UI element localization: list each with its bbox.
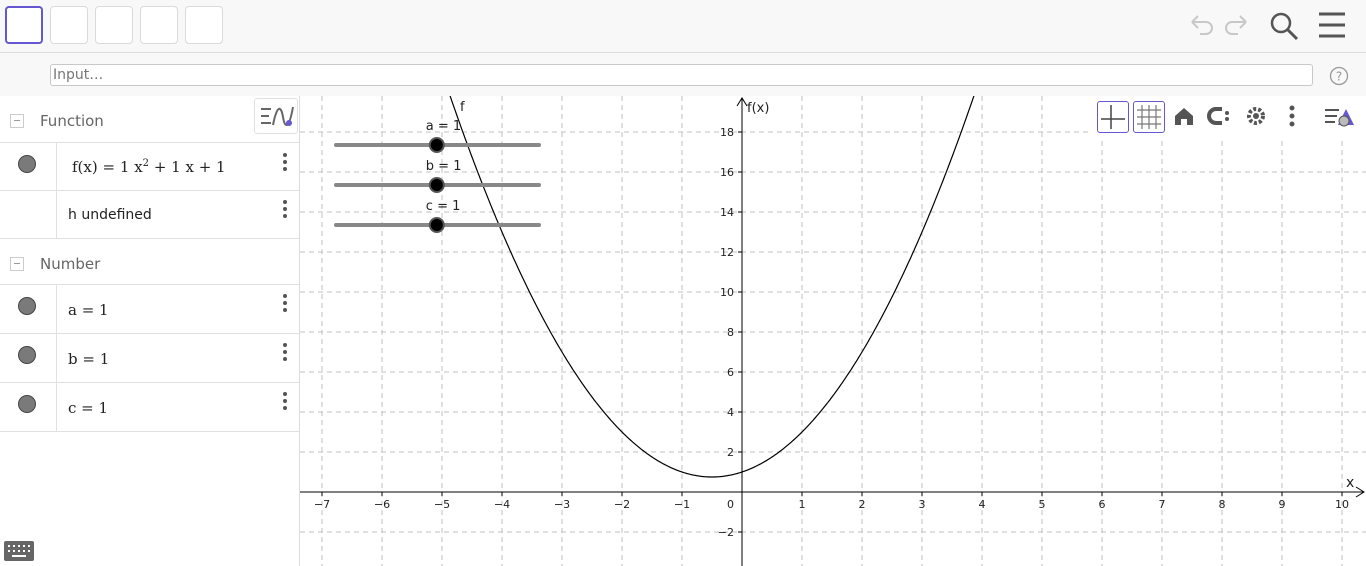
y-tick-label: 8: [727, 326, 734, 339]
collapse-number-icon[interactable]: [10, 257, 24, 271]
x-tick-label: 10: [1335, 498, 1349, 511]
group-number-label: Number: [40, 255, 101, 273]
collapse-function-icon[interactable]: [10, 114, 24, 128]
group-function: Function: [0, 96, 299, 142]
tool-point-button[interactable]: [50, 6, 88, 44]
search-icon[interactable]: [1268, 10, 1300, 46]
algebra-row-h[interactable]: h undefined: [0, 190, 299, 239]
slider-thumb-a: [428, 137, 445, 153]
slider-label-b: b = 1: [426, 159, 462, 174]
row-menu-icon[interactable]: [283, 294, 287, 315]
keyboard-icon[interactable]: [4, 541, 34, 565]
settings-gear-icon[interactable]: [1241, 101, 1273, 133]
toolbar: [0, 0, 1366, 53]
algebra-row-f[interactable]: f(x) = 1 x2 + 1 x + 1: [0, 142, 299, 191]
toggle-axes-icon[interactable]: [1097, 101, 1129, 133]
y-tick-label: 14: [720, 206, 734, 219]
input-bar: ?: [0, 53, 1366, 96]
x-tick-label: 2: [859, 498, 866, 511]
x-tick-label: 4: [979, 498, 986, 511]
x-tick-label: 3: [919, 498, 926, 511]
x-tick-label: −1: [674, 498, 690, 511]
x-tick-label: 1: [799, 498, 806, 511]
graphics-canvas[interactable]: −7 −6 −5 −4 −3 −2 −1 1 2 3 4 5 6 7 8 9 10−22468101214161…: [300, 96, 1366, 566]
x-tick-label: 6: [1099, 498, 1106, 511]
x-axis-label: x: [1346, 475, 1354, 491]
y-tick-label: 12: [720, 246, 734, 259]
algebra-row-b[interactable]: b = 1: [0, 333, 299, 382]
row-menu-icon[interactable]: [283, 153, 287, 174]
more-options-icon[interactable]: [1277, 101, 1309, 133]
visibility-toggle-f[interactable]: [18, 155, 36, 173]
tool-move-button[interactable]: [5, 6, 43, 44]
graphics-style-bar: [1092, 96, 1366, 138]
svg-text:?: ?: [1336, 70, 1342, 84]
x-tick-label: 9: [1279, 498, 1286, 511]
number-a[interactable]: a = 1: [68, 301, 109, 319]
y-tick-label: 10: [720, 286, 734, 299]
function-expression[interactable]: f(x) = 1 x2 + 1 x + 1: [72, 158, 226, 176]
x-tick-label: −2: [614, 498, 630, 511]
menu-icon[interactable]: [1318, 10, 1346, 44]
input-field[interactable]: [50, 64, 1313, 86]
home-icon[interactable]: [1169, 101, 1201, 133]
number-c[interactable]: c = 1: [68, 399, 108, 417]
slider-label-c: c = 1: [426, 199, 461, 214]
x-tick-label: −6: [374, 498, 390, 511]
algebra-row-c[interactable]: c = 1: [0, 382, 299, 432]
number-b[interactable]: b = 1: [68, 350, 109, 368]
tool-circle-button[interactable]: [140, 6, 178, 44]
visibility-toggle-b[interactable]: [18, 346, 36, 364]
slider-thumb-b: [428, 177, 445, 193]
algebra-view: Function f(x) = 1 x2 + 1 x + 1 h undefin…: [0, 96, 300, 566]
visibility-toggle-a[interactable]: [18, 297, 36, 315]
group-number: Number: [0, 238, 299, 285]
y-tick-label: 4: [727, 406, 734, 419]
group-function-label: Function: [40, 112, 104, 130]
x-tick-label: −7: [314, 498, 330, 511]
y-axis-label: f(x): [747, 101, 769, 116]
row-menu-icon[interactable]: [283, 200, 287, 221]
visibility-toggle-c[interactable]: [18, 395, 36, 413]
x-tick-label: 7: [1159, 498, 1166, 511]
y-tick-label: 18: [720, 126, 734, 139]
row-menu-icon[interactable]: [283, 392, 287, 413]
x-tick-label: −3: [554, 498, 570, 511]
y-tick-label: 16: [720, 166, 734, 179]
graphics-view[interactable]: −7 −6 −5 −4 −3 −2 −1 1 2 3 4 5 6 7 8 9 10 −2 2 4 6 8 10 12 14 16 1…: [300, 96, 1366, 566]
y-tick-label: 2: [727, 446, 734, 459]
y-tick-label: 6: [727, 366, 734, 379]
x-tick-label: −5: [434, 498, 450, 511]
x-tick-label: 8: [1219, 498, 1226, 511]
x-tick-label: −4: [494, 498, 510, 511]
curve-label-f: f: [460, 100, 465, 115]
tool-polygon-button[interactable]: [185, 6, 223, 44]
x-tick-label: 5: [1039, 498, 1046, 511]
origin-label: 0: [727, 498, 734, 511]
h-undefined-text: h undefined: [68, 207, 152, 223]
toggle-grid-icon[interactable]: [1133, 101, 1165, 133]
y-tick-label: −2: [718, 526, 734, 539]
tool-line-button[interactable]: [95, 6, 133, 44]
help-icon[interactable]: ?: [1329, 66, 1349, 90]
style-bar-toggle-icon[interactable]: [1322, 101, 1354, 133]
redo-icon[interactable]: [1222, 10, 1252, 44]
slider-thumb-c: [428, 217, 445, 233]
undo-icon[interactable]: [1186, 10, 1216, 44]
row-menu-icon[interactable]: [283, 343, 287, 364]
point-capturing-icon[interactable]: [1205, 101, 1237, 133]
slider-label-a: a = 1: [426, 119, 461, 134]
algebra-row-a[interactable]: a = 1: [0, 284, 299, 333]
